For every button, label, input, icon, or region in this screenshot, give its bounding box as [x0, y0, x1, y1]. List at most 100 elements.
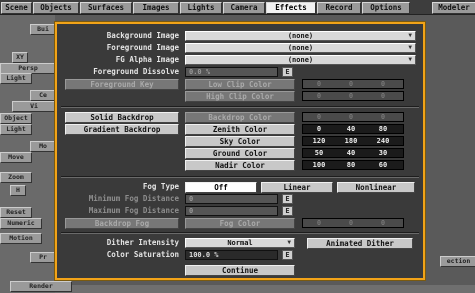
- solid-backdrop-button[interactable]: Solid Backdrop: [65, 112, 179, 123]
- main-tab-bar: Scene Objects Surfaces Images Lights Cam…: [0, 0, 475, 15]
- chevron-down-icon: ▼: [287, 239, 291, 246]
- low-clip-r: 0: [316, 80, 322, 88]
- zenith-g: 40: [346, 125, 356, 133]
- fg-alpha-image-value: (none): [287, 56, 314, 64]
- fog-color-label: Fog Color: [185, 218, 295, 229]
- section-divider: [61, 106, 419, 108]
- backdrop-color-label: Backdrop Color: [185, 112, 295, 123]
- view-button[interactable]: Vi: [12, 101, 56, 112]
- ground-color-values[interactable]: 50 40 30: [302, 148, 404, 158]
- fog-type-linear-button[interactable]: Linear: [261, 182, 333, 193]
- sky-r: 120: [312, 137, 326, 145]
- ground-r: 50: [314, 149, 324, 157]
- zoom-button[interactable]: Zoom: [0, 172, 32, 183]
- move-button[interactable]: Move: [0, 152, 32, 163]
- max-fog-distance-input[interactable]: 0: [185, 206, 278, 216]
- backdrop-b: 0: [380, 113, 386, 121]
- preview-button[interactable]: Pr: [30, 252, 56, 263]
- zenith-r: 0: [316, 125, 322, 133]
- fg-alpha-image-dropdown[interactable]: (none) ▼: [185, 55, 416, 65]
- nadir-color-button[interactable]: Nadir Color: [185, 160, 295, 171]
- nadir-b: 60: [378, 161, 388, 169]
- selection-label: ection: [440, 256, 475, 267]
- low-clip-b: 0: [380, 80, 386, 88]
- mode-button[interactable]: Mo: [30, 141, 56, 152]
- foreground-dissolve-envelope-button[interactable]: E: [282, 67, 293, 77]
- dither-intensity-label: Dither Intensity: [106, 238, 179, 247]
- low-clip-color-values[interactable]: 0 0 0: [302, 79, 404, 89]
- min-fog-distance-label: Minimum Fog Distance: [88, 194, 179, 203]
- high-clip-color-values[interactable]: 0 0 0: [302, 91, 404, 101]
- backdrop-color-values[interactable]: 0 0 0: [302, 112, 404, 122]
- reset-button[interactable]: Reset: [0, 207, 32, 218]
- ground-g: 40: [346, 149, 356, 157]
- nadir-r: 100: [312, 161, 326, 169]
- zenith-color-values[interactable]: 0 40 80: [302, 124, 404, 134]
- light-select-button[interactable]: Light: [0, 124, 32, 135]
- fog-color-values[interactable]: 0 0 0: [302, 218, 404, 228]
- effects-panel: Background Image (none) ▼ Foreground Ima…: [55, 22, 425, 280]
- build-button[interactable]: Bui: [30, 24, 56, 35]
- foreground-dissolve-label: Foreground Dissolve: [93, 67, 179, 76]
- foreground-dissolve-input[interactable]: 0.0 %: [185, 67, 278, 77]
- tab-scene[interactable]: Scene: [1, 2, 32, 14]
- background-image-dropdown[interactable]: (none) ▼: [185, 31, 416, 41]
- ground-color-button[interactable]: Ground Color: [185, 148, 295, 159]
- fog-r: 0: [316, 219, 322, 227]
- tab-objects[interactable]: Objects: [33, 2, 79, 14]
- background-image-value: (none): [287, 32, 314, 40]
- gradient-backdrop-button[interactable]: Gradient Backdrop: [65, 124, 179, 135]
- sky-color-button[interactable]: Sky Color: [185, 136, 295, 147]
- tab-lights[interactable]: Lights: [180, 2, 222, 14]
- min-fog-distance-input[interactable]: 0: [185, 194, 278, 204]
- nadir-color-values[interactable]: 100 80 60: [302, 160, 404, 170]
- foreground-image-dropdown[interactable]: (none) ▼: [185, 43, 416, 53]
- fg-alpha-image-label: FG Alpha Image: [115, 55, 179, 64]
- sky-color-values[interactable]: 120 180 240: [302, 136, 404, 146]
- foreground-key-button[interactable]: Foreground Key: [65, 79, 179, 90]
- color-saturation-label: Color Saturation: [106, 250, 179, 259]
- dither-intensity-dropdown[interactable]: Normal ▼: [185, 238, 295, 248]
- motion-button[interactable]: Motion: [0, 233, 42, 244]
- tab-options[interactable]: Options: [362, 2, 410, 14]
- tab-camera[interactable]: Camera: [223, 2, 265, 14]
- zenith-b: 80: [378, 125, 388, 133]
- numeric-button[interactable]: Numeric: [0, 218, 42, 229]
- h-axis-button[interactable]: H: [10, 185, 26, 196]
- foreground-image-value: (none): [287, 44, 314, 52]
- fog-type-nonlinear-button[interactable]: Nonlinear: [337, 182, 415, 193]
- tab-effects[interactable]: Effects: [266, 2, 316, 14]
- fog-b: 0: [380, 219, 386, 227]
- continue-button[interactable]: Continue: [185, 265, 295, 276]
- tab-record[interactable]: Record: [317, 2, 361, 14]
- background-image-label: Background Image: [106, 31, 179, 40]
- ground-b: 30: [378, 149, 388, 157]
- tab-surfaces[interactable]: Surfaces: [80, 2, 132, 14]
- color-saturation-envelope-button[interactable]: E: [282, 250, 293, 260]
- max-fog-distance-label: Maximum Fog Distance: [88, 206, 179, 215]
- object-select-button[interactable]: Object: [0, 113, 32, 124]
- sky-g: 180: [344, 137, 358, 145]
- animated-dither-button[interactable]: Animated Dither: [307, 238, 413, 249]
- max-fog-distance-envelope-button[interactable]: E: [282, 206, 293, 216]
- fog-g: 0: [348, 219, 354, 227]
- tab-images[interactable]: Images: [133, 2, 179, 14]
- zenith-color-button[interactable]: Zenith Color: [185, 124, 295, 135]
- backdrop-r: 0: [316, 113, 322, 121]
- tab-modeler[interactable]: Modeler: [432, 2, 475, 14]
- dither-intensity-value: Normal: [227, 239, 253, 247]
- low-clip-g: 0: [348, 80, 354, 88]
- xy-view-button[interactable]: XY: [12, 52, 28, 63]
- min-fog-distance-envelope-button[interactable]: E: [282, 194, 293, 204]
- color-saturation-input[interactable]: 100.0 %: [185, 250, 278, 260]
- fog-type-off-button[interactable]: Off: [185, 182, 257, 193]
- light-view-button[interactable]: Light: [0, 73, 32, 84]
- center-button[interactable]: Ce: [30, 90, 56, 101]
- high-clip-color-label: High Clip Color: [185, 91, 295, 102]
- backdrop-g: 0: [348, 113, 354, 121]
- fog-type-label: Fog Type: [142, 182, 179, 191]
- render-button[interactable]: Render: [10, 281, 72, 292]
- foreground-image-label: Foreground Image: [106, 43, 179, 52]
- backdrop-fog-button[interactable]: Backdrop Fog: [65, 218, 179, 229]
- chevron-down-icon: ▼: [408, 56, 412, 63]
